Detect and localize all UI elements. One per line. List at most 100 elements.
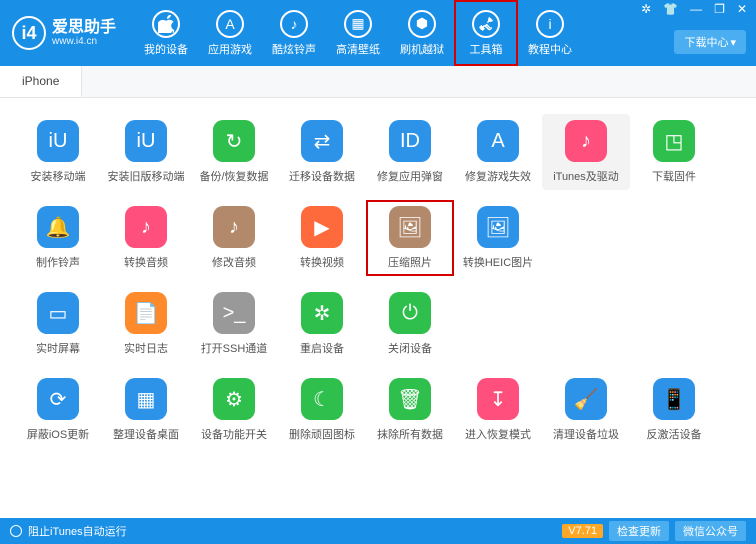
tool-icon: ⟳ [37,378,79,420]
nav-item-3[interactable]: ▦高清壁纸 [326,0,390,66]
tool-icon: iU [125,120,167,162]
tool-label: 抹除所有数据 [377,426,443,442]
nav-item-6[interactable]: i教程中心 [518,0,582,66]
nav-icon-1: A [216,10,244,38]
settings-icon[interactable]: ✲ [638,2,654,16]
footer-bar: 阻止iTunes自动运行 V7.71 检查更新 微信公众号 [0,518,756,544]
tool-3-5[interactable]: ↧进入恢复模式 [454,372,542,448]
tool-label: 设备功能开关 [201,426,267,442]
tool-label: 下载固件 [652,168,696,184]
tool-label: 进入恢复模式 [465,426,531,442]
brand-name: 爱思助手 [52,19,116,37]
tool-label: 清理设备垃圾 [553,426,619,442]
tool-label: 压缩照片 [388,254,432,270]
tool-icon: 🧹 [565,378,607,420]
tool-0-4[interactable]: ID修复应用弹窗 [366,114,454,190]
itunes-block-toggle[interactable]: 阻止iTunes自动运行 [10,523,127,539]
tool-label: 实时屏幕 [36,340,80,356]
tool-1-2[interactable]: ♪修改音频 [190,200,278,276]
tool-icon: ☾ [301,378,343,420]
tool-icon: 📱 [653,378,695,420]
skin-icon[interactable]: 👕 [660,2,681,16]
brand-url: www.i4.cn [52,36,116,47]
check-update-button[interactable]: 检查更新 [609,521,669,541]
tool-3-7[interactable]: 📱反激活设备 [630,372,718,448]
tool-3-2[interactable]: ⚙设备功能开关 [190,372,278,448]
nav-icon-4: ⬢ [408,10,436,38]
header-bar: i4 爱思助手 www.i4.cn 我的设备A应用游戏♪酷炫铃声▦高清壁纸 ⬢ 刷机… [0,0,756,66]
tool-label: iTunes及驱动 [553,168,619,184]
wechat-button[interactable]: 微信公众号 [675,521,746,541]
tool-3-1[interactable]: ▦整理设备桌面 [102,372,190,448]
tool-1-3[interactable]: ▶ 转换视频 [278,200,366,276]
window-controls: ✲ 👕 — ❐ ✕ [638,2,750,16]
tool-icon: >_ [213,292,255,334]
tool-label: 安装移动端 [31,168,86,184]
nav-label: 酷炫铃声 [272,41,316,57]
nav-icon-3: ▦ [344,10,372,38]
nav-icon-6: i [536,10,564,38]
nav-label: 刷机越狱 [400,41,444,57]
tool-2-4[interactable]: ⏻关闭设备 [366,286,454,362]
tool-1-1[interactable]: ♪转换音频 [102,200,190,276]
tool-icon: 🖼 [477,206,519,248]
radio-off-icon [10,525,22,537]
nav-icon-5 [472,10,500,38]
tools-grid: iU安装移动端iU安装旧版移动端↻备份/恢复数据⇄迁移设备数据ID修复应用弹窗A… [0,98,756,518]
logo-block[interactable]: i4 爱思助手 www.i4.cn [12,16,116,50]
tool-0-3[interactable]: ⇄ 迁移设备数据 [278,114,366,190]
close-button[interactable]: ✕ [734,2,750,16]
tool-label: 迁移设备数据 [289,168,355,184]
tool-label: 修复游戏失效 [465,168,531,184]
tool-0-7[interactable]: ◳ 下载固件 [630,114,718,190]
minimize-button[interactable]: — [687,2,705,16]
tool-2-1[interactable]: 📄实时日志 [102,286,190,362]
tool-2-2[interactable]: >_打开SSH通道 [190,286,278,362]
tool-2-3[interactable]: ✲重启设备 [278,286,366,362]
tool-label: 整理设备桌面 [113,426,179,442]
nav-label: 工具箱 [470,41,503,57]
tool-icon: ♪ [565,120,607,162]
tool-icon: A [477,120,519,162]
nav-item-1[interactable]: A应用游戏 [198,0,262,66]
tab-bar: iPhone [0,66,756,98]
app-window: i4 爱思助手 www.i4.cn 我的设备A应用游戏♪酷炫铃声▦高清壁纸⬢刷机… [0,0,756,544]
tool-0-6[interactable]: ♪ iTunes及驱动 [542,114,630,190]
tab-iphone[interactable]: iPhone [0,66,82,97]
tool-1-0[interactable]: 🔔制作铃声 [14,200,102,276]
grid-row-3: ⟳ 屏蔽iOS更新 ▦整理设备桌面⚙设备功能开关☾删除顽固图标 🗑 抹除所有数据 ↧进入恢… [14,372,742,448]
tool-0-2[interactable]: ↻备份/恢复数据 [190,114,278,190]
brand-text: 爱思助手 www.i4.cn [52,19,116,48]
tool-0-1[interactable]: iU安装旧版移动端 [102,114,190,190]
tool-label: 转换音频 [124,254,168,270]
tool-1-4[interactable]: 🖼压缩照片 [366,200,454,276]
tool-0-0[interactable]: iU安装移动端 [14,114,102,190]
tool-3-4[interactable]: 🗑 抹除所有数据 [366,372,454,448]
tool-icon: ▶ [301,206,343,248]
nav-item-2[interactable]: ♪酷炫铃声 [262,0,326,66]
tool-icon: ▭ [37,292,79,334]
tool-label: 重启设备 [300,340,344,356]
tool-label: 转换视频 [300,254,344,270]
download-center-button[interactable]: 下载中心 ▾ [674,30,746,54]
nav-item-4[interactable]: ⬢ 刷机越狱 [390,0,454,66]
tool-label: 修改音频 [212,254,256,270]
nav-item-0[interactable]: 我的设备 [134,0,198,66]
maximize-button[interactable]: ❐ [711,2,728,16]
version-badge: V7.71 [562,524,603,538]
tool-icon: ⇄ [301,120,343,162]
logo-icon: i4 [12,16,46,50]
tool-icon: 🔔 [37,206,79,248]
tool-icon: 🗑 [389,378,431,420]
grid-row-1: 🔔制作铃声♪转换音频♪修改音频▶转换视频🖼压缩照片🖼转换HEIC图片 [14,200,742,276]
tool-icon: ◳ [653,120,695,162]
tool-3-6[interactable]: 🧹 清理设备垃圾 [542,372,630,448]
tool-0-5[interactable]: A 修复游戏失效 [454,114,542,190]
nav-item-5[interactable]: 工具箱 [454,0,518,66]
tool-label: 屏蔽iOS更新 [27,426,89,442]
grid-row-0: iU安装移动端iU安装旧版移动端↻备份/恢复数据⇄迁移设备数据ID修复应用弹窗A… [14,114,742,190]
tool-1-5[interactable]: 🖼转换HEIC图片 [454,200,542,276]
tool-3-3[interactable]: ☾删除顽固图标 [278,372,366,448]
tool-2-0[interactable]: ▭ 实时屏幕 [14,286,102,362]
tool-3-0[interactable]: ⟳ 屏蔽iOS更新 [14,372,102,448]
